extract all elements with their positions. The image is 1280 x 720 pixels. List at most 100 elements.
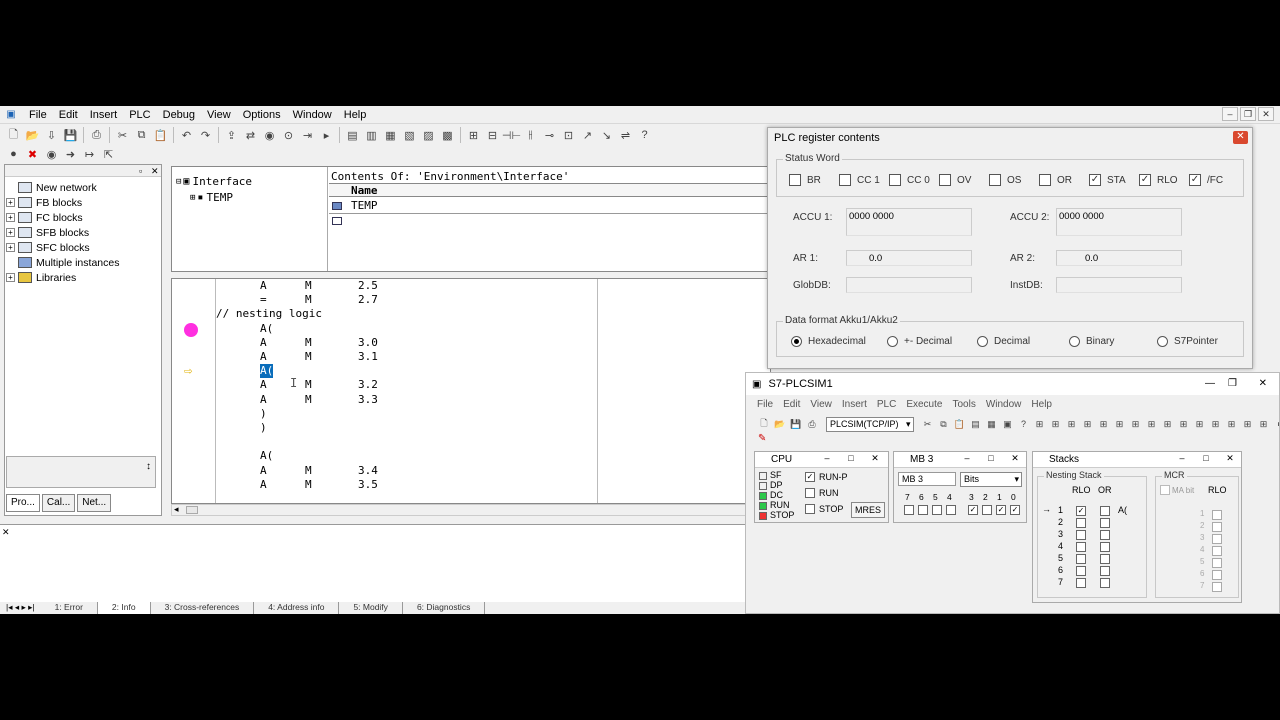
- rlo-checkbox[interactable]: [1076, 566, 1086, 576]
- rlo-checkbox[interactable]: [1076, 542, 1086, 552]
- contents-empty-row[interactable]: [329, 215, 772, 227]
- insert-bit-memory-icon[interactable]: ⊞: [1065, 418, 1078, 431]
- print-icon[interactable]: ⎙: [806, 418, 819, 431]
- open-icon[interactable]: 📂: [25, 127, 41, 143]
- tree-item-sfc-blocks[interactable]: + SFC blocks: [6, 240, 156, 255]
- save-icon[interactable]: 💾: [790, 418, 803, 431]
- or-checkbox[interactable]: [1100, 578, 1110, 588]
- mres-button[interactable]: MRES: [851, 502, 885, 518]
- set-breakpoint-icon[interactable]: ●: [6, 146, 22, 162]
- status-bit-checkbox[interactable]: [889, 174, 901, 186]
- format-option[interactable]: Binary: [1069, 336, 1114, 347]
- rlo-checkbox[interactable]: [1076, 518, 1086, 528]
- status-bit-rlo[interactable]: ✓ RLO: [1139, 174, 1178, 186]
- or-checkbox[interactable]: [1100, 542, 1110, 552]
- run-checkbox[interactable]: [805, 488, 815, 498]
- stl-view-icon[interactable]: ▥: [364, 127, 380, 143]
- detail-icon[interactable]: ▨: [421, 127, 437, 143]
- bit-checkbox[interactable]: [918, 505, 928, 515]
- insert-input-icon[interactable]: ⊞: [1033, 418, 1046, 431]
- status-bit-checkbox[interactable]: [789, 174, 801, 186]
- status-bit-fc[interactable]: ✓ /FC: [1189, 174, 1223, 186]
- call-icon[interactable]: ⇱: [101, 146, 117, 162]
- status-bit-cc1[interactable]: CC 1: [839, 174, 880, 186]
- mb-format-select[interactable]: Bits: [960, 472, 1022, 487]
- minimize-icon[interactable]: –: [820, 453, 834, 465]
- download-icon[interactable]: ⇩: [44, 127, 60, 143]
- run-icon[interactable]: ▸: [319, 127, 335, 143]
- restore-icon[interactable]: ❐: [1240, 107, 1256, 121]
- menu-file[interactable]: File: [23, 106, 53, 124]
- scroll-thumb[interactable]: [186, 506, 198, 514]
- tree-item-libraries[interactable]: + Libraries: [6, 270, 156, 285]
- close-icon[interactable]: ✕: [1223, 453, 1237, 465]
- tree-item-temp[interactable]: ⊞ ▪ TEMP: [190, 191, 233, 204]
- maximize-icon[interactable]: □: [984, 453, 998, 465]
- continue-icon[interactable]: ↦: [82, 146, 98, 162]
- box-icon[interactable]: ⊡: [561, 127, 577, 143]
- panel-icon[interactable]: ▩: [440, 127, 456, 143]
- status-bit-br[interactable]: BR: [789, 174, 821, 186]
- paste-icon[interactable]: 📋: [153, 127, 169, 143]
- stop-checkbox[interactable]: [805, 504, 815, 514]
- menu-insert[interactable]: Insert: [837, 399, 872, 410]
- format-option[interactable]: Hexadecimal: [791, 336, 866, 347]
- tree-item-sfb-blocks[interactable]: + SFB blocks: [6, 225, 156, 240]
- redo-icon[interactable]: ↷: [198, 127, 214, 143]
- insert-counter-icon[interactable]: ⊞: [1097, 418, 1110, 431]
- contact-no-icon[interactable]: ⊣⊢: [502, 127, 521, 143]
- next-statement-icon[interactable]: ➜: [63, 146, 79, 162]
- upload-icon[interactable]: ⇪: [224, 127, 240, 143]
- tile-icon[interactable]: ▦: [985, 418, 998, 431]
- menu-edit[interactable]: Edit: [53, 106, 84, 124]
- insert-generic-icon[interactable]: ⊞: [1113, 418, 1126, 431]
- or-checkbox[interactable]: [1100, 530, 1110, 540]
- menu-insert[interactable]: Insert: [84, 106, 124, 124]
- menu-file[interactable]: File: [752, 399, 778, 410]
- insert-extra-icon[interactable]: ⊞: [1257, 418, 1270, 431]
- breakpoint-icon[interactable]: ⊙: [281, 127, 297, 143]
- menu-plc[interactable]: PLC: [872, 399, 901, 410]
- status-bit-ov[interactable]: OV: [939, 174, 971, 186]
- menu-plc[interactable]: PLC: [123, 106, 156, 124]
- insert-stacks-icon[interactable]: ⊞: [1177, 418, 1190, 431]
- insert-timer-icon[interactable]: ⊞: [1081, 418, 1094, 431]
- menu-view[interactable]: View: [201, 106, 237, 124]
- insert-output-icon[interactable]: ⊞: [1049, 418, 1062, 431]
- expander[interactable]: +: [6, 228, 15, 237]
- menu-tools[interactable]: Tools: [947, 399, 980, 410]
- open-branch-icon[interactable]: ↗: [580, 127, 596, 143]
- menu-help[interactable]: Help: [338, 106, 373, 124]
- insert-counter2-icon[interactable]: ⊞: [1209, 418, 1222, 431]
- status-bit-checkbox[interactable]: ✓: [1139, 174, 1151, 186]
- bit-checkbox[interactable]: ✓: [1010, 505, 1020, 515]
- format-radio[interactable]: [887, 336, 898, 347]
- maximize-icon[interactable]: □: [844, 453, 858, 465]
- tree-item-interface[interactable]: ⊟ ▣ Interface: [176, 175, 252, 188]
- format-option[interactable]: Decimal: [977, 336, 1030, 347]
- close-icon[interactable]: ✕: [1233, 131, 1248, 144]
- or-checkbox[interactable]: [1100, 518, 1110, 528]
- undo-icon[interactable]: ↶: [179, 127, 195, 143]
- breakpoint-icon[interactable]: [184, 322, 198, 337]
- tab-modify[interactable]: 5: Modify: [339, 602, 403, 614]
- collapse-icon[interactable]: ⊟: [176, 177, 181, 187]
- expand-icon[interactable]: ⊞: [190, 193, 195, 203]
- scroll-left-icon[interactable]: ◂: [174, 504, 179, 515]
- expander[interactable]: +: [6, 213, 15, 222]
- connection-select[interactable]: PLCSIM(TCP/IP): [826, 416, 914, 432]
- maximize-icon[interactable]: □: [1199, 453, 1213, 465]
- format-radio[interactable]: [1157, 336, 1168, 347]
- bit-checkbox[interactable]: ✓: [968, 505, 978, 515]
- status-bit-checkbox[interactable]: [939, 174, 951, 186]
- menu-help[interactable]: Help: [1026, 399, 1057, 410]
- format-radio[interactable]: [791, 336, 802, 347]
- tree-item-multiple-instances[interactable]: Multiple instances: [6, 255, 156, 270]
- monitor-icon[interactable]: ◉: [262, 127, 278, 143]
- bit-checkbox[interactable]: ✓: [996, 505, 1006, 515]
- rlo-checkbox[interactable]: [1076, 554, 1086, 564]
- status-bit-os[interactable]: OS: [989, 174, 1021, 186]
- print-icon[interactable]: ⎙: [89, 127, 105, 143]
- minimize-icon[interactable]: —: [1205, 373, 1215, 395]
- status-bit-checkbox[interactable]: [839, 174, 851, 186]
